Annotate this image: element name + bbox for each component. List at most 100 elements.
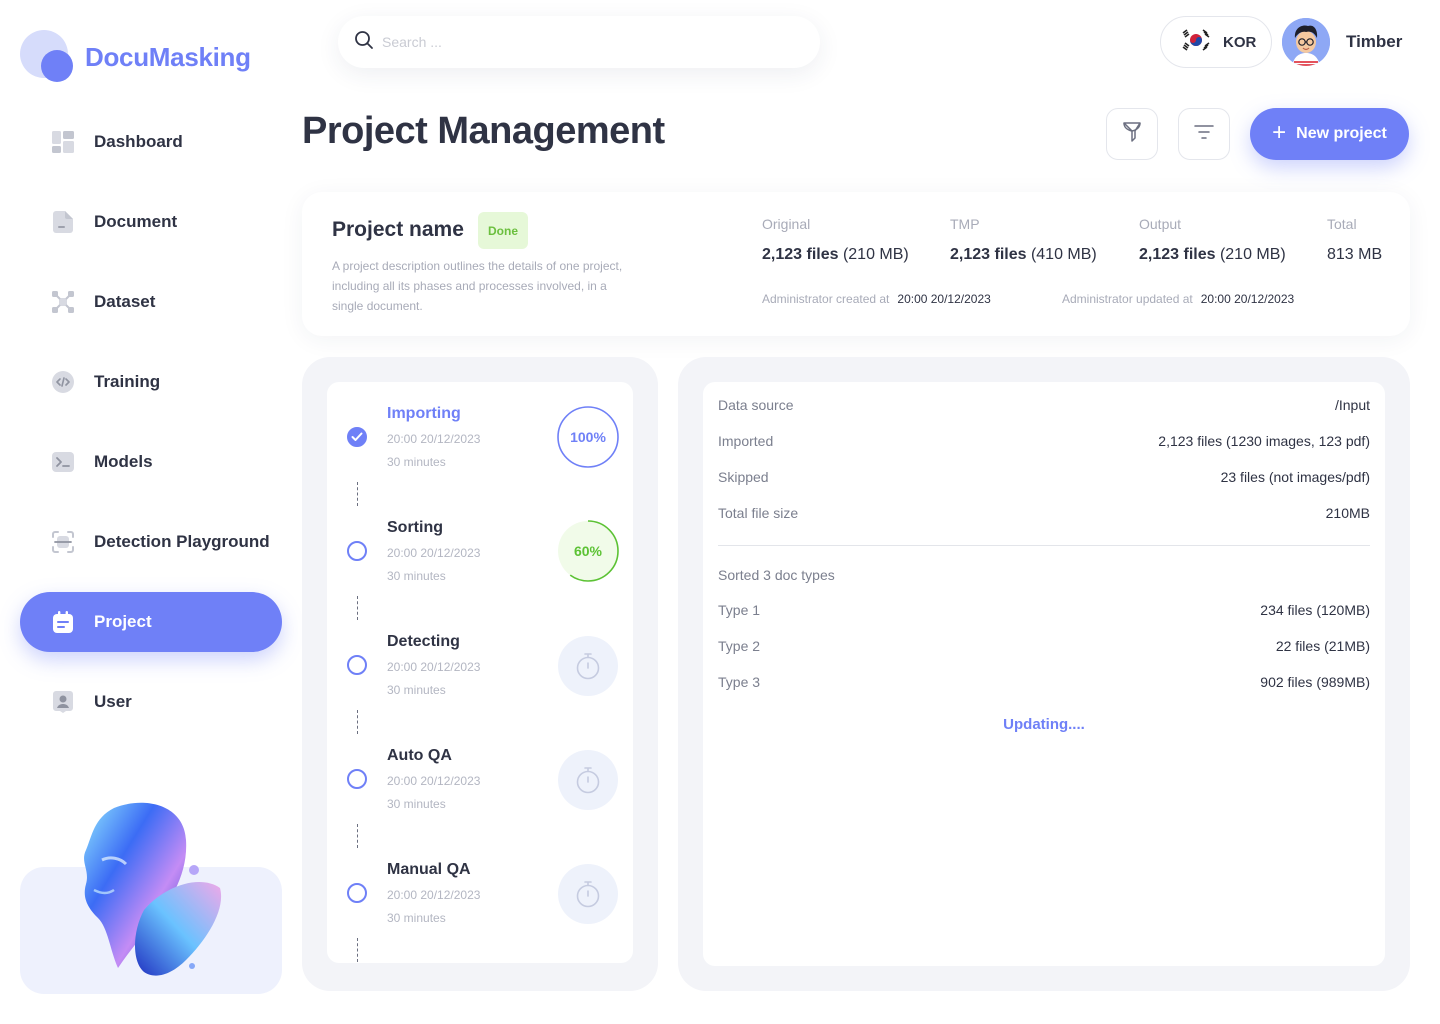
divider (718, 545, 1370, 546)
radio-circle-icon (347, 541, 367, 561)
logo-mark-icon (20, 30, 76, 84)
step-auto-qa[interactable]: Auto QA 20:00 20/12/2023 30 minutes (327, 734, 633, 848)
sidebar-item-dataset[interactable]: Dataset (20, 272, 282, 332)
stat-original: Original 2,123 files (210 MB) (762, 216, 909, 264)
sidebar-item-label: Detection Playground (94, 532, 270, 551)
search-icon (354, 30, 374, 55)
sorted-title: Sorted 3 doc types (718, 567, 835, 583)
filter-lines-icon (1194, 124, 1214, 144)
step-title: Auto QA (387, 747, 452, 764)
app-logo[interactable]: DocuMasking (20, 30, 251, 84)
sidebar-item-training[interactable]: Training (20, 352, 282, 412)
stat-output: Output 2,123 files (210 MB) (1139, 216, 1286, 264)
step-time: 20:00 20/12/2023 (387, 888, 481, 902)
step-importing[interactable]: Importing 20:00 20/12/2023 30 minutes 10… (327, 392, 633, 506)
step-title: Sorting (387, 519, 443, 536)
progress-label: 100% (570, 429, 606, 445)
step-manual-qa[interactable]: Manual QA 20:00 20/12/2023 30 minutes (327, 848, 633, 962)
radio-circle-icon (347, 883, 367, 903)
project-summary-card: Project name Done A project description … (302, 192, 1410, 336)
project-icon (52, 611, 74, 633)
dataset-icon (52, 291, 74, 313)
detail-row: Imported 2,123 files (1230 images, 123 pd… (718, 433, 1370, 449)
sidebar-item-document[interactable]: Document (20, 192, 282, 252)
filter-button[interactable] (1178, 108, 1230, 160)
plus-icon: + (1272, 118, 1287, 146)
sidebar-item-label: Models (94, 452, 153, 471)
detail-row: Skipped 23 files (not images/pdf) (718, 469, 1370, 485)
funnel-icon (1122, 121, 1142, 148)
sidebar-item-user[interactable]: User (20, 672, 282, 732)
progress-ring: 60% (557, 520, 619, 582)
step-duration: 30 minutes (387, 797, 446, 811)
step-detecting[interactable]: Detecting 20:00 20/12/2023 30 minutes (327, 620, 633, 734)
new-project-label: New project (1296, 125, 1387, 142)
radio-circle-icon (347, 769, 367, 789)
page-title: Project Management (302, 110, 665, 152)
funnel-button[interactable] (1106, 108, 1158, 160)
language-selector[interactable]: KOR (1160, 16, 1272, 68)
sidebar-item-label: User (94, 692, 132, 711)
sidebar-item-label: Dashboard (94, 132, 183, 151)
sidebar-item-label: Training (94, 372, 161, 391)
stat-label: TMP (950, 216, 980, 232)
project-description: A project description outlines the detai… (332, 259, 623, 313)
detection-icon (52, 531, 74, 553)
document-icon (52, 211, 74, 233)
sidebar-item-models[interactable]: Models (20, 432, 282, 492)
stat-label: Original (762, 216, 811, 232)
step-time: 20:00 20/12/2023 (387, 432, 481, 446)
user-icon (52, 691, 74, 713)
sidebar-nav: Dashboard Document Dataset Training Mode… (20, 112, 282, 752)
stat-tmp: TMP 2,123 files (410 MB) (950, 216, 1097, 264)
radio-circle-icon (347, 655, 367, 675)
search-bar[interactable] (338, 16, 820, 68)
stopwatch-icon (558, 636, 618, 696)
sidebar-item-detection-playground[interactable]: Detection Playground (20, 512, 282, 572)
stopwatch-icon (558, 750, 618, 810)
stat-label: Output (1139, 216, 1182, 232)
holographic-face-illustration (84, 802, 222, 976)
step-connector (357, 938, 358, 962)
korea-flag-icon (1179, 26, 1213, 58)
step-duration: 30 minutes (387, 569, 446, 583)
dashboard-icon (52, 131, 74, 153)
step-time: 20:00 20/12/2023 (387, 774, 481, 788)
new-project-button[interactable]: + New project (1250, 108, 1409, 160)
sidebar-item-label: Dataset (94, 292, 156, 311)
stat-value: 813 MB (1327, 246, 1383, 263)
avatar[interactable] (1282, 18, 1330, 66)
updating-status: Updating.... (1003, 716, 1085, 733)
detail-row: Data source/Input (718, 397, 1370, 413)
updated-at: Administrator updated at 20:00 20/12/2023 (1062, 292, 1295, 306)
status-badge: Done (478, 212, 528, 249)
training-icon (52, 371, 74, 393)
stat-label: Total (1327, 216, 1357, 232)
sidebar-item-project[interactable]: Project (20, 592, 282, 652)
stat-value: 2,123 files (210 MB) (1139, 246, 1286, 263)
step-duration: 30 minutes (387, 911, 446, 925)
step-duration: 30 minutes (387, 683, 446, 697)
step-title: Importing (387, 405, 461, 422)
step-title: Manual QA (387, 861, 471, 878)
step-time: 20:00 20/12/2023 (387, 660, 481, 674)
step-title: Detecting (387, 633, 460, 650)
stat-value: 2,123 files (410 MB) (950, 246, 1097, 263)
sidebar-item-label: Document (94, 212, 178, 231)
models-icon (52, 451, 74, 473)
sidebar-item-label: Project (94, 612, 152, 631)
progress-ring: 100% (557, 406, 619, 468)
stat-total: Total 813 MB (1327, 216, 1382, 264)
user-name[interactable]: Timber (1346, 32, 1402, 52)
sidebar-item-dashboard[interactable]: Dashboard (20, 112, 282, 172)
search-input[interactable] (382, 34, 782, 50)
step-sorting[interactable]: Sorting 20:00 20/12/2023 30 minutes 60% (327, 506, 633, 620)
step-connector (357, 482, 358, 506)
step-duration: 30 minutes (387, 455, 446, 469)
stat-value: 2,123 files (210 MB) (762, 246, 909, 263)
step-connector (357, 824, 358, 848)
check-circle-icon (347, 427, 367, 447)
language-code: KOR (1223, 33, 1257, 51)
project-name: Project name (332, 218, 464, 241)
type-row: Type 3 902 files (989MB) (718, 674, 1370, 690)
